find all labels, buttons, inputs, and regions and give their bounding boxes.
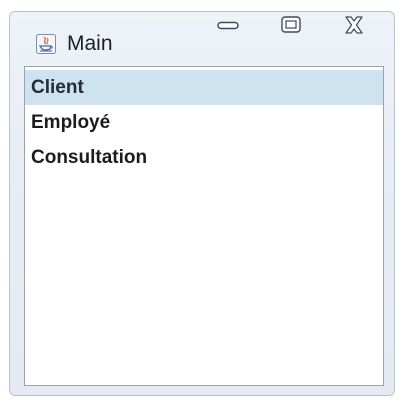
- close-icon: [343, 15, 365, 40]
- window-title: Main: [67, 32, 113, 55]
- title-bar[interactable]: Main: [10, 12, 394, 64]
- list-item-label: Client: [31, 77, 84, 98]
- main-window: Main Client Employé Consultation: [9, 11, 395, 396]
- close-button[interactable]: [332, 12, 376, 42]
- java-app-icon: [36, 34, 56, 54]
- list-item-client[interactable]: Client: [25, 70, 383, 105]
- list-item-label: Consultation: [31, 147, 148, 168]
- list-item-consultation[interactable]: Consultation: [25, 140, 383, 175]
- menu-list[interactable]: Client Employé Consultation: [25, 70, 383, 175]
- window-controls: [196, 12, 386, 42]
- minimize-button[interactable]: [206, 12, 250, 42]
- minimize-icon: [216, 18, 239, 36]
- maximize-icon: [281, 15, 301, 39]
- list-panel: Client Employé Consultation: [24, 66, 384, 386]
- list-item-employe[interactable]: Employé: [25, 105, 383, 140]
- list-item-label: Employé: [31, 112, 111, 133]
- maximize-button[interactable]: [269, 12, 313, 42]
